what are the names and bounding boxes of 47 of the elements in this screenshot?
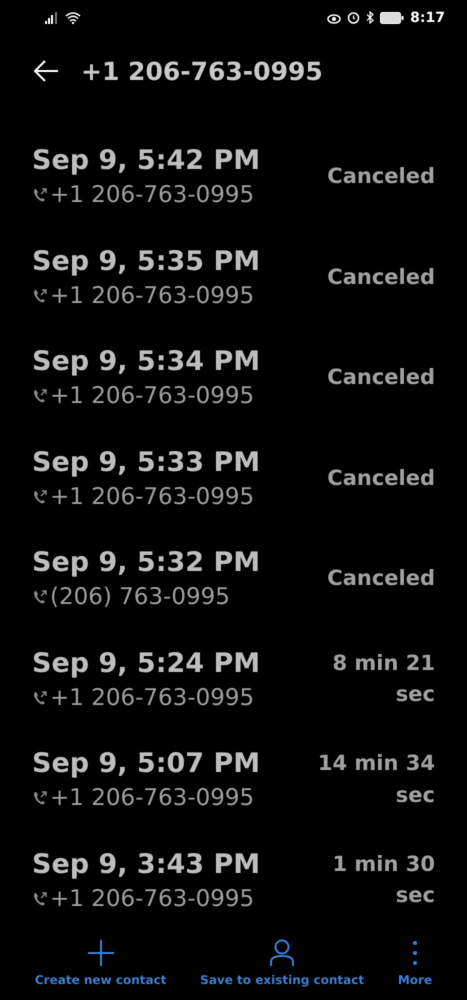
action-button[interactable]: Save to existing contact [200,938,364,1000]
outgoing-call-icon [32,690,48,706]
outgoing-call-icon [32,388,48,404]
call-result: Canceled [326,364,435,392]
action-button[interactable]: Create new contact [34,938,166,1000]
action-button[interactable]: More [398,938,432,1000]
plus-icon [86,938,115,967]
wifi-icon [65,12,81,24]
phone-number: +1 206-763-0995 [50,886,254,912]
call-time: Sep 9, 5:34 PM [32,346,262,378]
signal-icon [45,12,59,24]
clock-time: 8:17 [410,10,445,26]
call-result: Canceled [326,565,435,592]
phone-number: (206) 763-0995 [50,584,230,610]
outgoing-call-icon [32,890,48,907]
eye-icon [327,12,342,24]
phone-number: +1 206-763-0995 [50,282,254,309]
call-time: Sep 9, 5:24 PM [32,648,262,679]
more-icon [412,938,418,967]
call-time: Sep 9, 3:43 PM [32,848,262,880]
call-time: Sep 9, 5:07 PM [32,748,262,780]
alarm-icon [347,11,360,24]
outgoing-call-icon [32,187,48,204]
call-result: Canceled [326,464,435,492]
call-result: 8 min 21 sec [332,650,435,708]
outgoing-call-icon [32,488,48,505]
phone-number: +1 206-763-0995 [50,383,254,410]
phone-number: +1 206-763-0995 [50,785,254,812]
person-icon [269,938,296,967]
call-result: 1 min 30 sec [332,850,435,910]
call-result: 14 min 34 sec [316,750,435,809]
call-time: Sep 9, 5:35 PM [32,246,262,277]
call-result: Canceled [326,163,435,190]
phone-number: +1 206-763-0995 [50,182,254,208]
call-time: Sep 9, 5:32 PM [32,547,262,578]
call-time: Sep 9, 5:42 PM [32,145,262,176]
page-title: +1 206-763-0995 [81,56,323,86]
bluetooth-icon [366,11,374,24]
outgoing-call-icon [32,790,48,806]
phone-number: +1 206-763-0995 [50,684,254,711]
outgoing-call-icon [32,288,48,304]
battery-icon [380,12,404,24]
phone-number: +1 206-763-0995 [50,484,254,510]
call-time: Sep 9, 5:33 PM [32,446,262,478]
outgoing-call-icon [32,589,48,606]
back-button[interactable] [33,59,59,84]
call-result: Canceled [326,264,435,291]
